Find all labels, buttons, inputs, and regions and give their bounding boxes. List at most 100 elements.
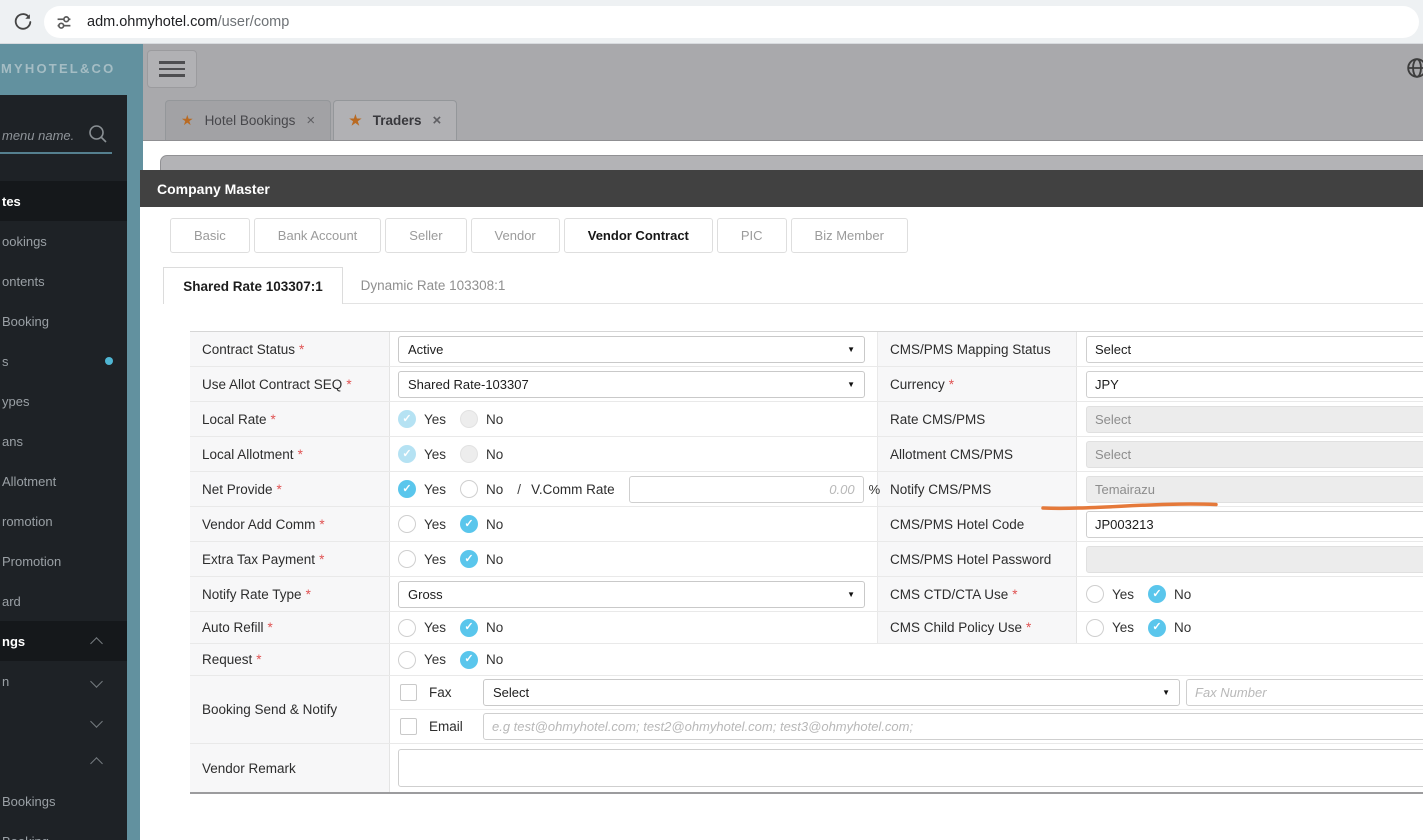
modal-tab-bank-account[interactable]: Bank Account bbox=[253, 218, 382, 253]
close-icon[interactable]: × bbox=[432, 112, 441, 129]
site-settings-icon[interactable] bbox=[53, 11, 75, 33]
auto-refill-no-radio[interactable]: ✓ bbox=[460, 618, 479, 637]
rate-tab[interactable]: Dynamic Rate 103308:1 bbox=[343, 267, 523, 304]
cms-hotel-code-input[interactable] bbox=[1086, 510, 1423, 538]
fax-number-input[interactable] bbox=[1186, 679, 1423, 706]
sidebar-item[interactable]: ard bbox=[0, 581, 127, 621]
sidebar-item[interactable]: ngs bbox=[0, 621, 127, 661]
notify-cms-pms-input[interactable] bbox=[1086, 475, 1423, 503]
net-provide-yes-radio[interactable]: ✓ bbox=[398, 480, 416, 498]
rate-tab[interactable]: Shared Rate 103307:1 bbox=[163, 267, 343, 304]
sidebar-item-label: ard bbox=[2, 593, 21, 609]
reload-icon[interactable] bbox=[12, 11, 34, 33]
sidebar-item-label: ypes bbox=[2, 393, 30, 409]
sidebar-item[interactable] bbox=[0, 741, 127, 781]
form-row-request: Request * Yes ✓ No bbox=[190, 644, 1423, 676]
fax-checkbox[interactable] bbox=[400, 684, 417, 701]
field-label: CMS Child Policy Use * bbox=[877, 612, 1077, 643]
sidebar-item[interactable]: Booking bbox=[0, 821, 127, 840]
sidebar-item[interactable]: Allotment bbox=[0, 461, 127, 501]
cms-hotel-password-input[interactable] bbox=[1086, 545, 1423, 573]
modal-tab-basic[interactable]: Basic bbox=[170, 218, 250, 253]
vendor-add-comm-yes-radio[interactable] bbox=[398, 515, 416, 533]
address-bar[interactable]: adm.ohmyhotel.com/user/comp bbox=[44, 5, 1419, 38]
rate-cms-pms-input[interactable] bbox=[1086, 405, 1423, 433]
chevron-down-icon bbox=[90, 674, 103, 688]
allotment-cms-pms-input[interactable] bbox=[1086, 440, 1423, 468]
sidebar-item[interactable]: Promotion bbox=[0, 541, 127, 581]
check-icon: ✓ bbox=[464, 621, 474, 633]
sidebar-item-label: ngs bbox=[2, 633, 26, 649]
sidebar-item[interactable]: ans bbox=[0, 421, 127, 461]
email-checkbox[interactable] bbox=[400, 718, 417, 735]
modal-tab-seller[interactable]: Seller bbox=[385, 218, 467, 253]
net-provide-no-radio[interactable] bbox=[460, 480, 479, 498]
dropdown-arrow-icon: ▼ bbox=[847, 379, 855, 389]
app-header-dimmed bbox=[143, 44, 1423, 100]
sidebar-item[interactable]: romotion bbox=[0, 501, 127, 541]
radio-label: No bbox=[486, 516, 504, 532]
request-no-radio[interactable]: ✓ bbox=[460, 650, 479, 669]
email-input[interactable] bbox=[483, 713, 1423, 740]
cms-child-policy-no-radio[interactable]: ✓ bbox=[1148, 618, 1167, 637]
currency-input[interactable] bbox=[1086, 370, 1423, 398]
extra-tax-yes-radio[interactable] bbox=[398, 550, 416, 568]
cms-ctd-cta-yes-radio[interactable] bbox=[1086, 585, 1104, 603]
close-icon[interactable]: × bbox=[306, 112, 315, 129]
modal-tab-pic[interactable]: PIC bbox=[716, 218, 787, 253]
radio-label: Yes bbox=[424, 446, 447, 462]
sidebar: menu name. tes ookings ontents Booking s ypes… bbox=[0, 95, 127, 840]
field-label: Net Provide * bbox=[190, 472, 390, 506]
vendor-add-comm-no-radio[interactable]: ✓ bbox=[460, 515, 479, 533]
sidebar-item[interactable]: ypes bbox=[0, 381, 127, 421]
modal-tab-vendor[interactable]: Vendor bbox=[470, 218, 560, 253]
label-text: CMS Child Policy Use bbox=[890, 620, 1023, 635]
field-label: Local Rate * bbox=[190, 402, 390, 436]
modal-tab-biz-member[interactable]: Biz Member bbox=[790, 218, 908, 253]
globe-language-icon[interactable] bbox=[1406, 57, 1423, 79]
sidebar-item[interactable]: s bbox=[0, 341, 127, 381]
field-label: CMS/PMS Hotel Password bbox=[877, 542, 1077, 576]
vendor-remark-textarea[interactable] bbox=[398, 749, 1423, 787]
contract-status-select[interactable]: Active ▼ bbox=[398, 335, 865, 363]
vcomm-rate-input[interactable] bbox=[628, 475, 864, 503]
sidebar-item[interactable]: ontents bbox=[0, 261, 127, 301]
local-allotment-no-radio[interactable] bbox=[460, 445, 479, 463]
workspace-tab[interactable]: ★ Traders × bbox=[333, 100, 458, 140]
sidebar-item[interactable]: n bbox=[0, 661, 127, 701]
extra-tax-no-radio[interactable]: ✓ bbox=[460, 550, 479, 568]
sidebar-item[interactable]: Bookings bbox=[0, 781, 127, 821]
label-text: Local Rate bbox=[202, 411, 267, 427]
auto-refill-yes-radio[interactable] bbox=[398, 618, 416, 637]
notify-rate-type-select[interactable]: Gross ▼ bbox=[398, 580, 865, 608]
cms-ctd-cta-no-radio[interactable]: ✓ bbox=[1148, 585, 1167, 603]
required-marker: * bbox=[948, 376, 955, 392]
use-allot-contract-seq-select[interactable]: Shared Rate-103307 ▼ bbox=[398, 370, 865, 398]
sidebar-item[interactable]: Booking bbox=[0, 301, 127, 341]
hamburger-menu-button[interactable] bbox=[147, 50, 197, 88]
favorite-star-icon[interactable]: ★ bbox=[349, 112, 362, 129]
request-yes-radio[interactable] bbox=[398, 650, 416, 669]
sidebar-item[interactable] bbox=[0, 701, 127, 741]
local-allotment-yes-radio[interactable]: ✓ bbox=[398, 445, 416, 463]
required-marker: * bbox=[346, 376, 352, 392]
workspace-tab[interactable]: ★ Hotel Bookings × bbox=[165, 100, 332, 140]
cms-mapping-status-input[interactable] bbox=[1086, 335, 1423, 363]
fax-select[interactable]: Select ▼ bbox=[483, 679, 1180, 706]
sidebar-item-label: tes bbox=[2, 193, 21, 209]
sidebar-search[interactable]: menu name. bbox=[0, 95, 127, 181]
active-indicator-dot bbox=[105, 357, 113, 365]
sidebar-item[interactable]: ookings bbox=[0, 221, 127, 261]
label-text: Use Allot Contract SEQ bbox=[202, 376, 343, 392]
local-rate-no-radio[interactable] bbox=[460, 410, 479, 428]
field-label: Notify CMS/PMS bbox=[877, 472, 1077, 506]
search-placeholder: menu name. bbox=[2, 128, 75, 143]
local-rate-yes-radio[interactable]: ✓ bbox=[398, 410, 416, 428]
sidebar-item[interactable]: tes bbox=[0, 181, 127, 221]
search-icon[interactable] bbox=[87, 123, 109, 145]
cms-child-policy-yes-radio[interactable] bbox=[1086, 618, 1104, 637]
field-label: Rate CMS/PMS bbox=[877, 402, 1077, 436]
modal-tab-vendor-contract[interactable]: Vendor Contract bbox=[563, 218, 713, 253]
favorite-star-icon[interactable]: ★ bbox=[181, 112, 194, 129]
sidebar-item-label: ookings bbox=[2, 233, 47, 249]
